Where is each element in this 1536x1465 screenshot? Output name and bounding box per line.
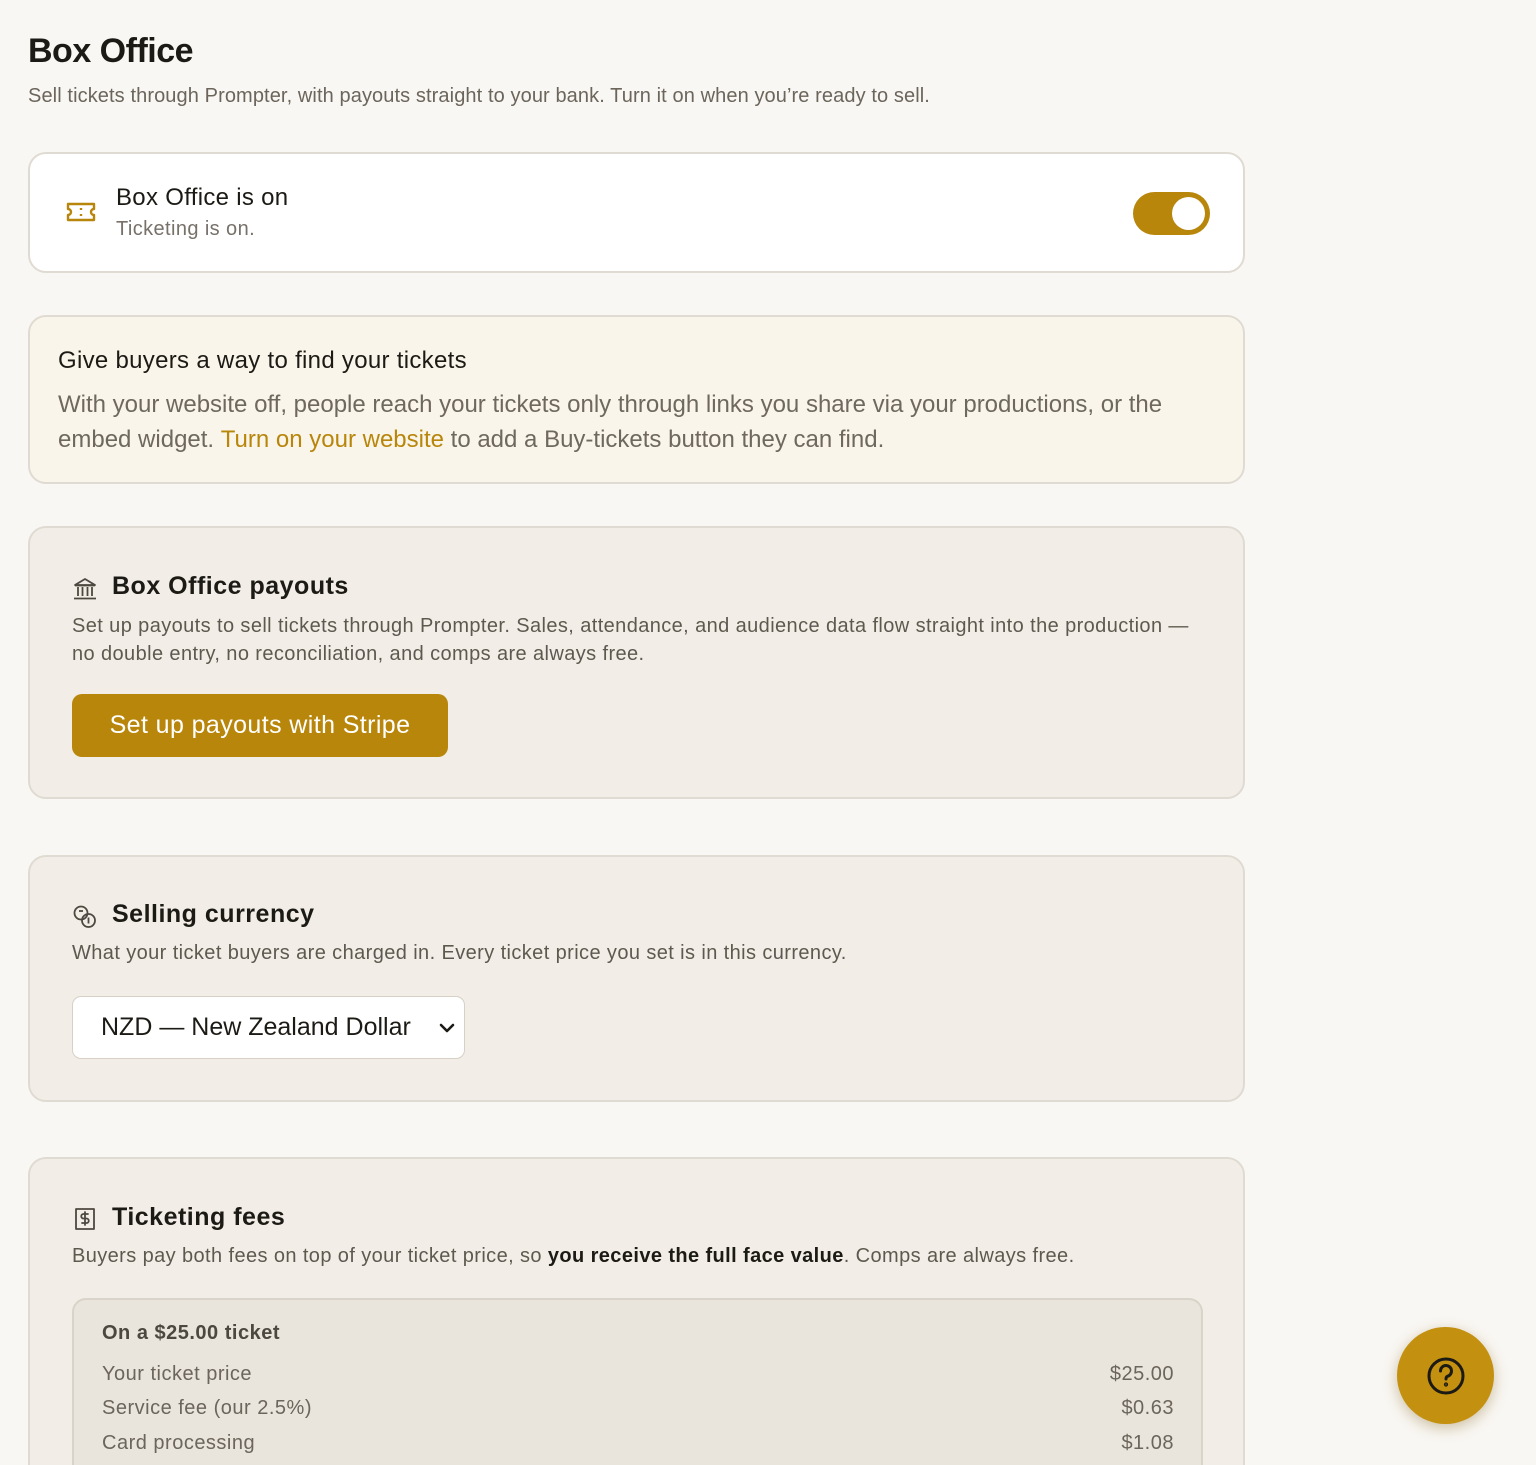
fee-row-value: $1.08 (1121, 1432, 1174, 1454)
box-office-status-card: Box Office is on Ticketing is on. (28, 152, 1245, 273)
currency-select[interactable]: NZD — New Zealand Dollar (72, 996, 465, 1059)
fees-desc-end: . Comps are always free. (843, 1245, 1075, 1267)
fees-title: Ticketing fees (112, 1203, 286, 1231)
toggle-knob (1172, 197, 1205, 230)
fee-example-box: On a $25.00 ticket Your ticket price $25… (72, 1298, 1203, 1465)
receipt-dollar-icon (75, 1208, 95, 1230)
fee-row: Service fee (our 2.5%) $0.63 (102, 1397, 1174, 1423)
find-tickets-notice: Give buyers a way to find your tickets W… (28, 315, 1245, 484)
fees-description: Buyers pay both fees on top of your tick… (72, 1242, 1192, 1270)
fees-desc-start: Buyers pay both fees on top of your tick… (72, 1245, 548, 1267)
coins-icon (73, 905, 96, 928)
currency-description: What your ticket buyers are charged in. … (72, 942, 847, 964)
fees-desc-highlight: you receive the full face value (547, 1245, 844, 1267)
fee-row: Your ticket price $25.00 (102, 1363, 1174, 1389)
payouts-description: Set up payouts to sell tickets through P… (72, 615, 1189, 665)
help-button[interactable] (1397, 1327, 1494, 1424)
setup-stripe-payouts-button[interactable]: Set up payouts with Stripe (72, 694, 448, 757)
notice-body: With your website off, people reach your… (58, 387, 1208, 457)
payouts-section: Box Office payouts Set up payouts to sel… (28, 526, 1245, 799)
currency-selected-value: NZD — New Zealand Dollar (101, 1013, 411, 1041)
currency-section: Selling currency What your ticket buyers… (28, 855, 1245, 1102)
notice-text-end: to add a Buy-tickets button they can fin… (443, 426, 885, 453)
fee-row-label: Card processing (102, 1432, 256, 1454)
box-office-toggle[interactable] (1133, 192, 1210, 235)
fee-row-value: $25.00 (1109, 1363, 1174, 1385)
ticketing-fees-section: Ticketing fees Buyers pay both fees on t… (28, 1157, 1245, 1465)
currency-title: Selling currency (112, 900, 315, 928)
status-subtitle: Ticketing is on. (116, 218, 256, 240)
status-title: Box Office is on (116, 184, 289, 211)
chevron-down-icon (439, 1023, 455, 1033)
bank-icon (74, 578, 96, 600)
page-subtitle: Sell tickets through Prompter, with payo… (28, 85, 930, 107)
turn-on-website-link[interactable]: Turn on your website (221, 426, 444, 453)
fee-row: Card processing $1.08 (102, 1432, 1174, 1458)
page-title: Box Office (28, 32, 194, 70)
ticket-icon (66, 202, 96, 222)
fee-row-value: $0.63 (1121, 1397, 1174, 1419)
fee-row-label: Your ticket price (102, 1363, 253, 1385)
notice-title: Give buyers a way to find your tickets (58, 347, 467, 374)
help-question-icon (1427, 1357, 1464, 1394)
fee-example-heading: On a $25.00 ticket (102, 1322, 280, 1344)
payouts-title: Box Office payouts (112, 572, 349, 600)
fee-row-label: Service fee (our 2.5%) (102, 1397, 312, 1419)
